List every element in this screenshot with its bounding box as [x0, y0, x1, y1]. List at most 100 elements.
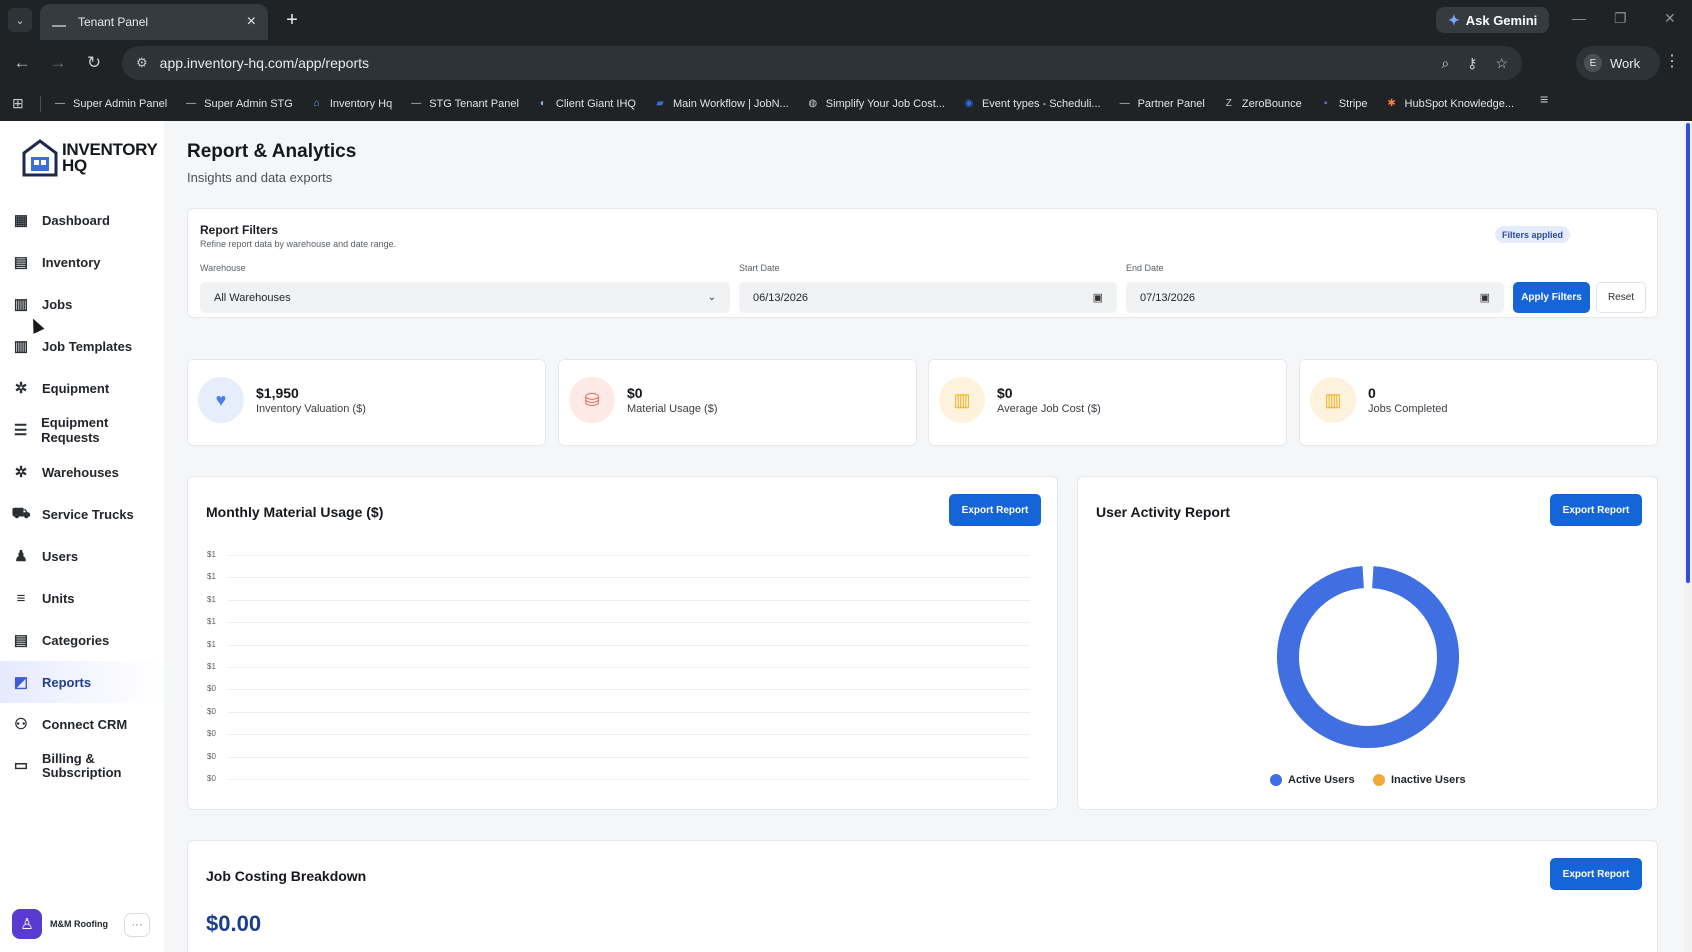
bookmark-star-icon[interactable]: ☆ [1495, 55, 1508, 72]
legend-inactive[interactable]: Inactive Users [1373, 774, 1466, 786]
sidebar-item-inventory[interactable]: ▤ Inventory [0, 241, 164, 283]
sidebar-item-label-line: Dashboard [42, 212, 110, 228]
url-text: app.inventory-hq.com/app/reports [159, 55, 369, 71]
y-tick-label: $0 [207, 774, 216, 783]
sidebar-item-billing[interactable]: ▭ Billing & Subscription [0, 745, 164, 787]
legend-active[interactable]: Active Users [1270, 774, 1355, 786]
zb-icon: Z [1225, 98, 1232, 109]
start-date-value: 06/13/2026 [753, 291, 809, 304]
tab-search-button[interactable]: ⌄ [8, 8, 32, 32]
bookmark-item[interactable]: Z ZeroBounce [1222, 98, 1302, 110]
page-subtitle: Insights and data exports [187, 170, 333, 185]
bookmark-item[interactable]: ⌂ Inventory Hq [310, 98, 392, 110]
kpi-card: ⛁ $0 Material Usage ($) [558, 359, 917, 446]
tab-close-icon[interactable]: × [247, 13, 256, 31]
restore-icon[interactable]: ❐ [1614, 10, 1627, 27]
bookmarks-separator [40, 95, 41, 112]
sidebar-item-label-line: Jobs [42, 296, 73, 312]
start-date-input[interactable]: 06/13/2026 ▣ [739, 282, 1117, 313]
bookmark-label: STG Tenant Panel [429, 97, 519, 110]
password-key-icon[interactable]: ⚷ [1467, 55, 1477, 72]
minimize-icon[interactable]: — [1572, 10, 1586, 26]
new-tab-button[interactable]: + [280, 8, 304, 32]
hubspot-icon: ✱ [1387, 98, 1396, 109]
bookmark-label: Client Giant IHQ [555, 97, 636, 110]
bookmark-item[interactable]: ◐ Client Giant IHQ [536, 98, 636, 110]
reset-button[interactable]: Reset [1596, 282, 1646, 313]
bookmark-item[interactable]: — Super Admin Panel [53, 98, 167, 110]
org-switcher[interactable]: ♙ M&M Roofing [12, 909, 108, 939]
y-tick-label: $0 [207, 729, 216, 739]
apps-grid-icon[interactable]: ⊞ [12, 95, 30, 112]
export-material-button[interactable]: Export Report [949, 494, 1041, 526]
sidebar-item-reports[interactable]: ◩ Reports [0, 661, 164, 703]
org-more-button[interactable]: ··· [124, 913, 150, 937]
profile-button[interactable]: E Work [1576, 46, 1660, 80]
sidebar-item-jobs[interactable]: ▥ Jobs [0, 283, 164, 325]
dash-icon: — [186, 98, 197, 109]
ask-gemini-button[interactable]: ✦ Ask Gemini [1436, 7, 1550, 33]
sidebar-item-warehouses[interactable]: ✲ Warehouses [0, 451, 164, 493]
tab-title: Tenant Panel [78, 15, 149, 29]
grid-line [227, 555, 1030, 556]
y-tick-label: $1 [207, 550, 216, 559]
bookmark-label: Event types - Scheduli... [981, 97, 1101, 110]
sidebar-item-label: Categories [42, 633, 109, 648]
calendar-icon[interactable]: ▣ [1093, 291, 1103, 304]
page-scrollbar[interactable] [1684, 121, 1692, 952]
bookmark-item[interactable]: ✱ HubSpot Knowledge... [1385, 98, 1514, 110]
apply-filters-button[interactable]: Apply Filters [1513, 282, 1590, 313]
scrollbar-thumb[interactable] [1686, 123, 1690, 583]
user-activity-title: User Activity Report [1096, 504, 1231, 520]
kpi-label: Inventory Valuation ($) [256, 403, 366, 415]
calendar-icon[interactable]: ▣ [1480, 291, 1490, 304]
y-tick-label: $0 [207, 706, 216, 716]
warehouse-select[interactable]: All Warehouses ⌄ [200, 282, 730, 313]
sidebar-item-label: Connect CRM [42, 717, 127, 732]
bookmark-item[interactable]: — STG Tenant Panel [409, 98, 519, 110]
bookmark-item[interactable]: — Super Admin STG [184, 98, 293, 110]
sidebar-item-job-templates[interactable]: ▥ Job Templates [0, 325, 164, 367]
bookmark-item[interactable]: ▰ Main Workflow | JobN... [653, 98, 789, 110]
legend-active-label: Active Users [1288, 774, 1355, 786]
site-info-icon[interactable]: ⚙ [136, 55, 148, 71]
sidebar-item-categories[interactable]: ▤ Categories [0, 619, 164, 661]
material-usage-card: Monthly Material Usage ($) Export Report… [187, 476, 1058, 810]
dash-icon: — [55, 98, 65, 109]
browser-menu-icon[interactable]: ⋮ [1664, 51, 1680, 71]
kpi-value: $1,950 [256, 385, 299, 401]
zoom-icon[interactable]: ⌕ [1441, 55, 1449, 72]
sidebar-item-dashboard[interactable]: ▦ Dashboard [0, 199, 164, 241]
sidebar-item-equipment-requests[interactable]: ☰ Equipment Requests [0, 409, 164, 451]
sidebar-nav: ▦ Dashboard ▤ Inventory ▥ Jobs ▥ Job Templates ✲… [0, 199, 164, 787]
circle-icon: ◐ [539, 98, 546, 109]
sidebar-item-service-trucks[interactable]: ⛟ Service Trucks [0, 493, 164, 535]
bookmark-item[interactable]: ▪ Stripe [1319, 98, 1368, 110]
sidebar-item-units[interactable]: ≡ Units [0, 577, 164, 619]
browser-tab[interactable]: Tenant Panel × [40, 4, 268, 40]
kpi-value: $0 [997, 385, 1013, 401]
sidebar-item-label: Users [42, 549, 78, 564]
bookmark-item[interactable]: ◉ Event types - Scheduli... [962, 98, 1101, 110]
sidebar-item-connect-crm[interactable]: ⚇ Connect CRM [0, 703, 164, 745]
reload-icon[interactable]: ↻ [82, 51, 106, 75]
window-close-icon[interactable]: ✕ [1664, 10, 1676, 27]
back-icon[interactable]: ← [10, 51, 34, 75]
bookmark-item[interactable]: ◍ Simplify Your Job Cost... [806, 98, 945, 110]
y-tick-label: $0 [207, 684, 216, 694]
app-logo[interactable]: INVENTORY HQ [22, 139, 158, 177]
boxes-icon: ▤ [13, 254, 29, 271]
briefcase-icon: ▥ [939, 377, 985, 423]
export-costing-button[interactable]: Export Report [1550, 858, 1642, 890]
y-tick-label: $1 [207, 594, 216, 604]
bookmark-label: Stripe [1338, 97, 1368, 110]
address-bar[interactable]: ⚙ app.inventory-hq.com/app/reports ⌕ ⚷ ☆ [122, 46, 1522, 80]
donut-slice-active-users[interactable] [1277, 566, 1459, 748]
bookmark-item[interactable]: — Partner Panel [1118, 98, 1205, 110]
grid-icon: ▦ [13, 212, 29, 229]
sidebar-item-users[interactable]: ♟ Users [0, 535, 164, 577]
sidebar-item-equipment[interactable]: ✲ Equipment [0, 367, 164, 409]
forward-icon[interactable]: → [46, 51, 70, 75]
export-activity-button[interactable]: Export Report [1550, 494, 1642, 526]
end-date-input[interactable]: 07/13/2026 ▣ [1126, 282, 1504, 313]
